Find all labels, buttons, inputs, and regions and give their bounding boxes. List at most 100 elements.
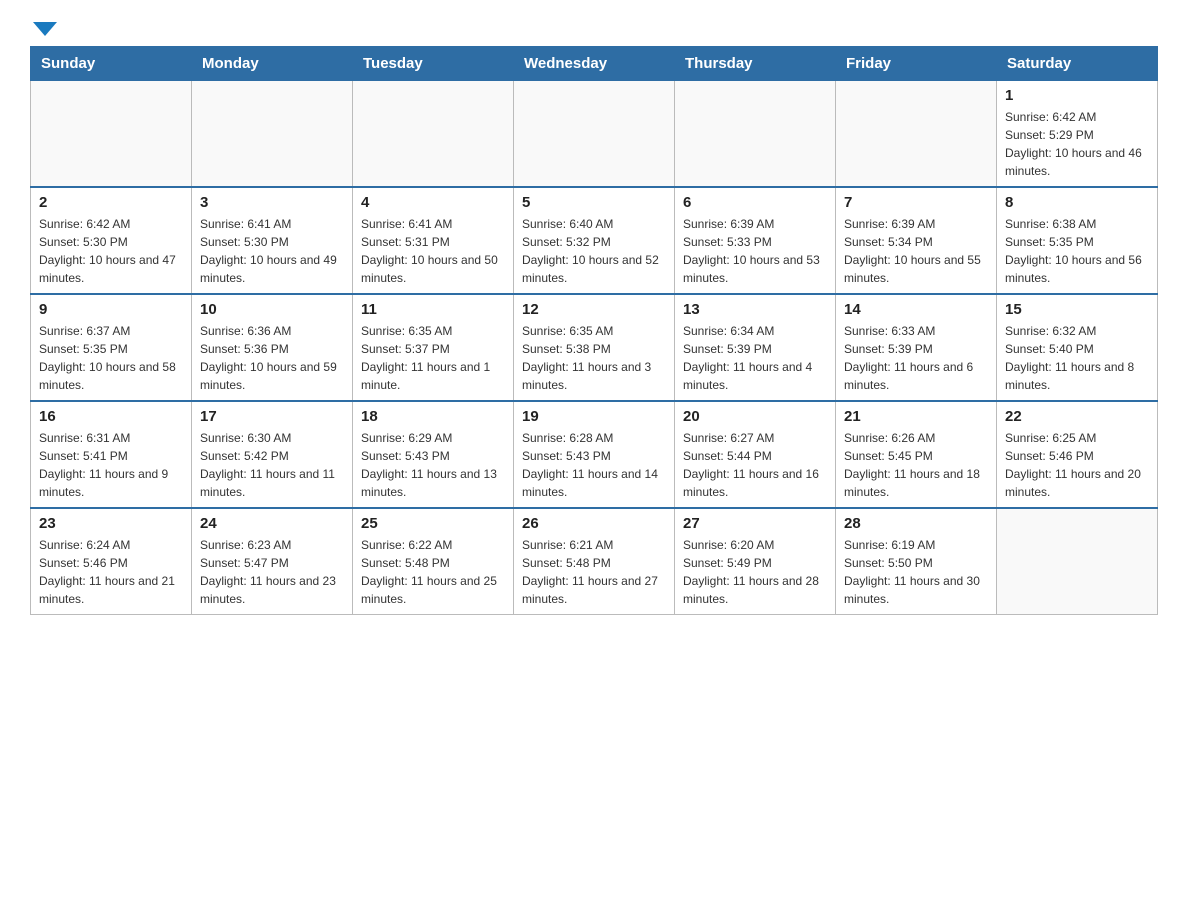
day-number: 1 (1005, 87, 1149, 104)
calendar-cell: 1Sunrise: 6:42 AM Sunset: 5:29 PM Daylig… (997, 81, 1158, 188)
day-info: Sunrise: 6:29 AM Sunset: 5:43 PM Dayligh… (361, 429, 505, 501)
day-number: 14 (844, 301, 988, 318)
day-info: Sunrise: 6:39 AM Sunset: 5:34 PM Dayligh… (844, 215, 988, 287)
calendar-cell (353, 81, 514, 188)
day-number: 12 (522, 301, 666, 318)
day-number: 18 (361, 408, 505, 425)
day-info: Sunrise: 6:19 AM Sunset: 5:50 PM Dayligh… (844, 536, 988, 608)
calendar-cell: 26 Sunrise: 6:21 AM Sunset: 5:48 PM Dayli… (514, 508, 675, 615)
calendar-cell: 2 Sunrise: 6:42 AM Sunset: 5:30 PM Daylig… (31, 187, 192, 294)
day-info: Sunrise: 6:22 AM Sunset: 5:48 PM Dayligh… (361, 536, 505, 608)
calendar-cell: 14 Sunrise: 6:33 AM Sunset: 5:39 PM Dayli… (836, 294, 997, 401)
calendar-cell: 19 Sunrise: 6:28 AM Sunset: 5:43 PM Dayli… (514, 401, 675, 508)
day-info: Sunrise: 6:20 AM Sunset: 5:49 PM Dayligh… (683, 536, 827, 608)
day-number: 13 (683, 301, 827, 318)
day-info: Sunrise: 6:35 AM Sunset: 5:38 PM Dayligh… (522, 322, 666, 394)
day-info: Sunrise: 6:37 AM Sunset: 5:35 PM Dayligh… (39, 322, 183, 394)
day-info: Sunrise: 6:32 AM Sunset: 5:40 PM Dayligh… (1005, 322, 1149, 394)
calendar-cell: 3Sunrise: 6:41 AM Sunset: 5:30 PM Daylig… (192, 187, 353, 294)
day-number: 28 (844, 515, 988, 532)
calendar-cell: 4 Sunrise: 6:41 AM Sunset: 5:31 PM Daylig… (353, 187, 514, 294)
calendar-week-row: 1Sunrise: 6:42 AM Sunset: 5:29 PM Daylig… (31, 81, 1158, 188)
day-number: 24 (200, 515, 344, 532)
day-info: Sunrise: 6:28 AM Sunset: 5:43 PM Dayligh… (522, 429, 666, 501)
day-number: 8 (1005, 194, 1149, 211)
calendar-cell: 11 Sunrise: 6:35 AM Sunset: 5:37 PM Dayli… (353, 294, 514, 401)
day-number: 21 (844, 408, 988, 425)
day-number: 2 (39, 194, 183, 211)
day-number: 26 (522, 515, 666, 532)
calendar-cell: 23 Sunrise: 6:24 AM Sunset: 5:46 PM Dayli… (31, 508, 192, 615)
column-header-friday: Friday (836, 47, 997, 81)
column-header-sunday: Sunday (31, 47, 192, 81)
calendar-cell: 7 Sunrise: 6:39 AM Sunset: 5:34 PM Daylig… (836, 187, 997, 294)
calendar-week-row: 2 Sunrise: 6:42 AM Sunset: 5:30 PM Daylig… (31, 187, 1158, 294)
calendar-cell (31, 81, 192, 188)
day-info: Sunrise: 6:42 AM Sunset: 5:30 PM Dayligh… (39, 215, 183, 287)
day-number: 17 (200, 408, 344, 425)
calendar-cell: 10Sunrise: 6:36 AM Sunset: 5:36 PM Dayli… (192, 294, 353, 401)
calendar-cell: 13 Sunrise: 6:34 AM Sunset: 5:39 PM Dayli… (675, 294, 836, 401)
calendar-cell: 16 Sunrise: 6:31 AM Sunset: 5:41 PM Dayli… (31, 401, 192, 508)
calendar-header-row: SundayMondayTuesdayWednesdayThursdayFrid… (31, 47, 1158, 81)
day-number: 7 (844, 194, 988, 211)
day-info: Sunrise: 6:35 AM Sunset: 5:37 PM Dayligh… (361, 322, 505, 394)
calendar-cell: 6 Sunrise: 6:39 AM Sunset: 5:33 PM Daylig… (675, 187, 836, 294)
column-header-tuesday: Tuesday (353, 47, 514, 81)
calendar-cell: 17 Sunrise: 6:30 AM Sunset: 5:42 PM Dayli… (192, 401, 353, 508)
day-number: 27 (683, 515, 827, 532)
calendar-cell: 12 Sunrise: 6:35 AM Sunset: 5:38 PM Dayli… (514, 294, 675, 401)
calendar-cell: 18 Sunrise: 6:29 AM Sunset: 5:43 PM Dayli… (353, 401, 514, 508)
day-info: Sunrise: 6:39 AM Sunset: 5:33 PM Dayligh… (683, 215, 827, 287)
day-number: 22 (1005, 408, 1149, 425)
day-info: Sunrise: 6:24 AM Sunset: 5:46 PM Dayligh… (39, 536, 183, 608)
calendar-week-row: 16 Sunrise: 6:31 AM Sunset: 5:41 PM Dayli… (31, 401, 1158, 508)
calendar-table: SundayMondayTuesdayWednesdayThursdayFrid… (30, 46, 1158, 615)
calendar-cell (997, 508, 1158, 615)
calendar-cell: 27 Sunrise: 6:20 AM Sunset: 5:49 PM Dayli… (675, 508, 836, 615)
day-number: 16 (39, 408, 183, 425)
logo-triangle-icon (33, 22, 57, 36)
day-number: 11 (361, 301, 505, 318)
day-info: Sunrise: 6:31 AM Sunset: 5:41 PM Dayligh… (39, 429, 183, 501)
day-number: 3 (200, 194, 344, 211)
day-number: 10 (200, 301, 344, 318)
day-number: 23 (39, 515, 183, 532)
day-number: 20 (683, 408, 827, 425)
day-number: 4 (361, 194, 505, 211)
column-header-saturday: Saturday (997, 47, 1158, 81)
day-info: Sunrise: 6:41 AM Sunset: 5:31 PM Dayligh… (361, 215, 505, 287)
day-info: Sunrise: 6:23 AM Sunset: 5:47 PM Dayligh… (200, 536, 344, 608)
calendar-cell: 21Sunrise: 6:26 AM Sunset: 5:45 PM Dayli… (836, 401, 997, 508)
day-info: Sunrise: 6:25 AM Sunset: 5:46 PM Dayligh… (1005, 429, 1149, 501)
calendar-cell: 8 Sunrise: 6:38 AM Sunset: 5:35 PM Daylig… (997, 187, 1158, 294)
calendar-cell: 5 Sunrise: 6:40 AM Sunset: 5:32 PM Daylig… (514, 187, 675, 294)
day-info: Sunrise: 6:21 AM Sunset: 5:48 PM Dayligh… (522, 536, 666, 608)
calendar-cell (836, 81, 997, 188)
calendar-cell: 22 Sunrise: 6:25 AM Sunset: 5:46 PM Dayli… (997, 401, 1158, 508)
day-number: 5 (522, 194, 666, 211)
calendar-cell: 28 Sunrise: 6:19 AM Sunset: 5:50 PM Dayli… (836, 508, 997, 615)
calendar-cell (675, 81, 836, 188)
calendar-cell (192, 81, 353, 188)
calendar-cell: 9 Sunrise: 6:37 AM Sunset: 5:35 PM Daylig… (31, 294, 192, 401)
day-number: 9 (39, 301, 183, 318)
calendar-cell: 25 Sunrise: 6:22 AM Sunset: 5:48 PM Dayli… (353, 508, 514, 615)
day-info: Sunrise: 6:34 AM Sunset: 5:39 PM Dayligh… (683, 322, 827, 394)
day-info: Sunrise: 6:40 AM Sunset: 5:32 PM Dayligh… (522, 215, 666, 287)
day-number: 15 (1005, 301, 1149, 318)
day-info: Sunrise: 6:38 AM Sunset: 5:35 PM Dayligh… (1005, 215, 1149, 287)
day-info: Sunrise: 6:30 AM Sunset: 5:42 PM Dayligh… (200, 429, 344, 501)
calendar-week-row: 23 Sunrise: 6:24 AM Sunset: 5:46 PM Dayli… (31, 508, 1158, 615)
calendar-cell: 15 Sunrise: 6:32 AM Sunset: 5:40 PM Dayli… (997, 294, 1158, 401)
day-info: Sunrise: 6:33 AM Sunset: 5:39 PM Dayligh… (844, 322, 988, 394)
day-number: 6 (683, 194, 827, 211)
day-info: Sunrise: 6:27 AM Sunset: 5:44 PM Dayligh… (683, 429, 827, 501)
column-header-wednesday: Wednesday (514, 47, 675, 81)
day-number: 25 (361, 515, 505, 532)
calendar-cell: 20 Sunrise: 6:27 AM Sunset: 5:44 PM Dayli… (675, 401, 836, 508)
calendar-week-row: 9 Sunrise: 6:37 AM Sunset: 5:35 PM Daylig… (31, 294, 1158, 401)
day-number: 19 (522, 408, 666, 425)
column-header-monday: Monday (192, 47, 353, 81)
calendar-cell: 24 Sunrise: 6:23 AM Sunset: 5:47 PM Dayli… (192, 508, 353, 615)
